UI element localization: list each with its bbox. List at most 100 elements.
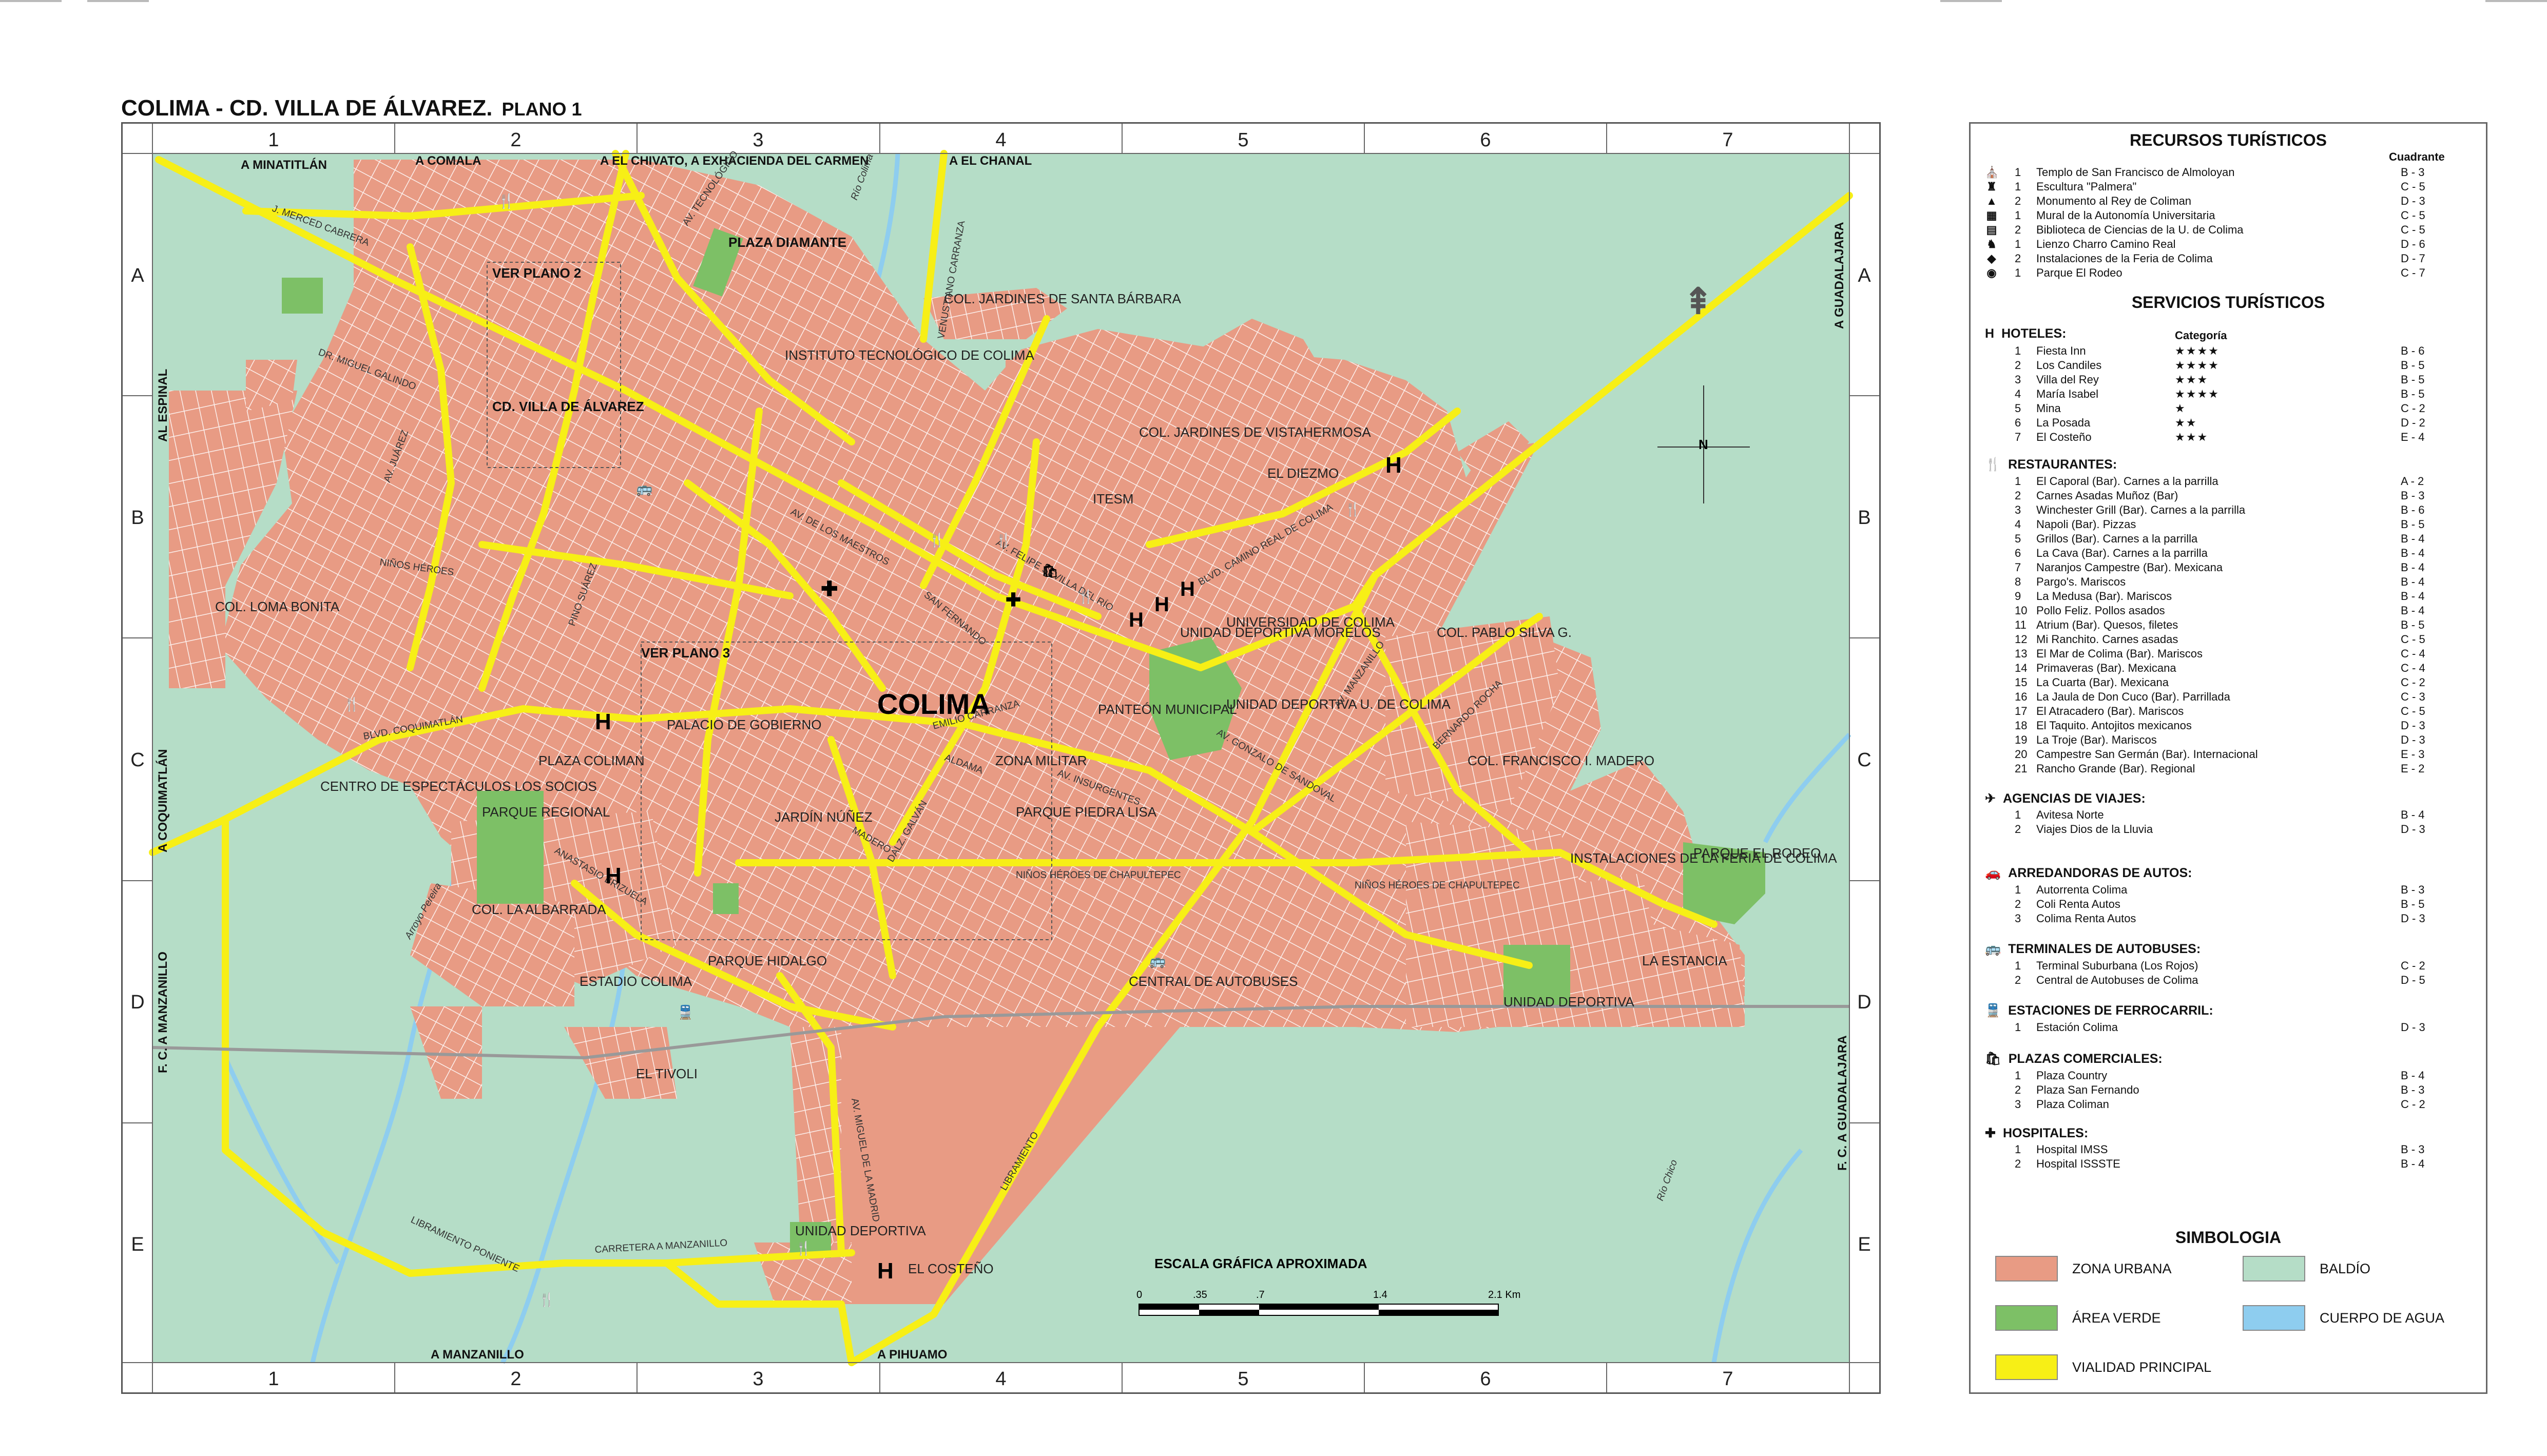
col-label: 3	[752, 1368, 763, 1390]
restaurant-icon[interactable]: 🍴	[538, 1292, 555, 1308]
restaurante-item-name: Grillos (Bar). Carnes a la parrilla	[2036, 532, 2198, 545]
recurso-item-cuadrante: C - 5	[2401, 223, 2425, 236]
recurso-item: ⛪ 1 Templo de San Francisco de Almoloyan B …	[1985, 166, 2473, 180]
col-label: 5	[1238, 1368, 1248, 1390]
arrendadora-item-cuadrante: B - 5	[2401, 898, 2425, 910]
hospitales-heading: ✚ HOSPITALES:	[1985, 1126, 2089, 1140]
restaurante-item-cuadrante: D - 3	[2401, 733, 2425, 746]
compass-north-label: N	[1699, 437, 1708, 452]
label-ud-bottom: UNIDAD DEPORTIVA	[795, 1223, 926, 1238]
hotel-icon[interactable]: H	[1154, 593, 1169, 616]
hotel-item-number: 5	[2015, 402, 2021, 415]
hotel-icon[interactable]: H	[605, 863, 622, 888]
restaurante-item-number: 12	[2015, 633, 2028, 646]
scale-seg	[1379, 1310, 1498, 1315]
train-icon[interactable]: 🚆	[677, 1004, 693, 1020]
hospital-item-number: 2	[2015, 1157, 2021, 1170]
label-parque-regional: PARQUE REGIONAL	[482, 804, 610, 820]
hotel-item: 1 Fiesta Inn ★★★★ B - 6	[1985, 344, 2473, 359]
plaza-item-cuadrante: C - 2	[2401, 1098, 2425, 1111]
recurso-item-name: Lienzo Charro Camino Real	[2036, 238, 2176, 250]
restaurante-item-number: 1	[2015, 475, 2021, 488]
restaurante-item-cuadrante: C - 3	[2401, 690, 2425, 703]
row-label: D	[130, 992, 144, 1013]
arrendadora-item-number: 1	[2015, 883, 2021, 896]
restaurante-item-cuadrante: B - 3	[2401, 489, 2425, 502]
map-title-text: COLIMA - CD. VILLA DE ÁLVAREZ.	[121, 95, 493, 121]
col-label: 3	[752, 129, 763, 151]
restaurante-item-number: 20	[2015, 748, 2028, 761]
label-el-costeno: EL COSTEÑO	[908, 1261, 994, 1276]
recurso-item-number: 2	[2015, 252, 2021, 265]
restaurant-icon[interactable]: 🍴	[929, 532, 945, 548]
hotel-icon[interactable]: H	[1129, 609, 1144, 631]
compass-icon: ⇞	[1683, 281, 1713, 321]
hotel-item-category-stars: ★★★	[2175, 431, 2209, 443]
label-a-comala: A COMALA	[415, 154, 481, 168]
restaurant-icon[interactable]: 🍴	[1344, 501, 1361, 517]
label-a-chanal: A EL CHANAL	[949, 154, 1032, 168]
restaurante-item-name: Pargo's. Mariscos	[2036, 575, 2126, 588]
city-map[interactable]: 1 2 3 4 5 6 7 1 2 3 4 5 6 7 A B C D E A …	[123, 124, 1879, 1392]
terminal-item: 1 Terminal Suburbana (Los Rojos) C - 2	[1985, 959, 2473, 974]
hospital-icon[interactable]: ✚	[821, 578, 838, 600]
agencia-item-cuadrante: D - 3	[2401, 823, 2425, 836]
recurso-item-number: 1	[2015, 266, 2021, 279]
label-estadio: ESTADIO COLIMA	[580, 974, 692, 989]
restaurante-item-number: 21	[2015, 762, 2028, 775]
restaurante-item: 8 Pargo's. Mariscos B - 4	[1985, 575, 2473, 590]
label-parque-hidalgo: PARQUE HIDALGO	[708, 953, 827, 968]
scale-title: ESCALA GRÁFICA APROXIMADA	[1154, 1256, 1367, 1271]
hotel-item-cuadrante: E - 4	[2401, 431, 2425, 443]
simbologia-label: BALDÍO	[2320, 1261, 2371, 1276]
label-ver-plano-3: VER PLANO 3	[641, 645, 730, 661]
arrendadora-item: 2 Coli Renta Autos B - 5	[1985, 898, 2473, 912]
restaurant-icon[interactable]: 🍴	[795, 1240, 812, 1256]
hotel-icon[interactable]: H	[877, 1258, 894, 1284]
label-a-coquimatlan: A COQUIMATLÁN	[156, 749, 170, 852]
agencia-item-number: 1	[2015, 808, 2021, 821]
map-title: COLIMA - CD. VILLA DE ÁLVAREZ. PLANO 1	[121, 95, 582, 121]
simbologia-title: SIMBOLOGIA	[2175, 1228, 2282, 1247]
restaurant-icon[interactable]: 🍴	[343, 696, 360, 712]
hotel-icon[interactable]: H	[1385, 453, 1402, 478]
restaurante-item-number: 10	[2015, 604, 2028, 617]
restaurante-item-name: La Jaula de Don Cuco (Bar). Parrillada	[2036, 690, 2230, 703]
restaurant-icon[interactable]: 🍴	[1077, 589, 1094, 605]
restaurante-item-name: La Troje (Bar). Mariscos	[2036, 733, 2157, 746]
bus-icon[interactable]: 🚌	[636, 481, 652, 496]
restaurant-icon[interactable]: 🍴	[497, 192, 515, 209]
restaurante-item: 19 La Troje (Bar). Mariscos D - 3	[1985, 733, 2473, 748]
restaurante-item-number: 8	[2015, 575, 2021, 588]
restaurante-item: 2 Carnes Asadas Muñoz (Bar) B - 3	[1985, 489, 2473, 503]
hotel-item-number: 7	[2015, 431, 2021, 443]
col-label: 2	[510, 129, 521, 151]
restaurant-icon[interactable]: 🍴	[995, 532, 1012, 548]
scale-tick: 0	[1136, 1289, 1142, 1300]
hotel-icon[interactable]: H	[1180, 578, 1195, 600]
hotel-item-category-stars: ★★★★	[2175, 359, 2220, 372]
restaurante-item-cuadrante: B - 4	[2401, 532, 2425, 545]
shopping-icon[interactable]: 🛍	[1041, 563, 1058, 578]
recurso-item-cuadrante: D - 3	[2401, 195, 2425, 207]
simbologia-swatch	[1995, 1354, 2058, 1380]
restaurante-item: 17 El Atracadero (Bar). Mariscos C - 5	[1985, 705, 2473, 719]
hotel-item-cuadrante: D - 2	[2401, 416, 2425, 429]
restaurante-item-cuadrante: C - 5	[2401, 633, 2425, 646]
plaza-item-name: Plaza Country	[2036, 1069, 2108, 1082]
row-label: A	[131, 265, 144, 286]
bus-icon[interactable]: 🚌	[1149, 953, 1166, 968]
hospital-icon[interactable]: ✚	[1006, 589, 1021, 610]
hotel-icon[interactable]: H	[595, 709, 611, 734]
scale-seg	[1259, 1304, 1379, 1310]
restaurante-item-cuadrante: B - 4	[2401, 547, 2425, 559]
hotel-item-name: El Costeño	[2036, 431, 2092, 443]
restaurante-item-number: 4	[2015, 518, 2021, 531]
recurso-item-cuadrante: C - 5	[2401, 209, 2425, 222]
restaurante-item-cuadrante: C - 4	[2401, 662, 2425, 674]
servicios-title: SERVICIOS TURÍSTICOS	[2131, 293, 2325, 312]
restaurante-item-cuadrante: B - 5	[2401, 518, 2425, 531]
recurso-item-number: 2	[2015, 195, 2021, 207]
recurso-item: ▦ 1 Mural de la Autonomía Universitaria C -…	[1985, 209, 2473, 223]
arrendadora-item: 3 Colima Renta Autos D - 3	[1985, 912, 2473, 926]
